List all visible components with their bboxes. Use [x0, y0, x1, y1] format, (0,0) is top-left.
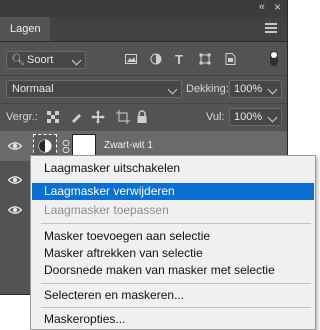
- panel-menu-icon[interactable]: [265, 23, 277, 33]
- lock-position-icon[interactable]: [91, 110, 105, 124]
- blend-row: Normaal Dekking: 100%: [0, 79, 287, 99]
- collapse-panel-button[interactable]: «: [259, 1, 265, 13]
- lock-all-icon[interactable]: [136, 110, 148, 124]
- menu-separator: [41, 223, 311, 224]
- panel-title-bar: « ×: [0, 0, 287, 17]
- filter-row: 🔍︎ Soort T: [0, 49, 287, 71]
- lock-label: Vergr.:: [6, 111, 38, 123]
- panel-tab-row: Lagen: [0, 17, 287, 42]
- lock-transparency-icon[interactable]: [47, 111, 59, 123]
- link-chain-icon[interactable]: [62, 140, 70, 153]
- menu-separator: [41, 307, 311, 308]
- visibility-eye-icon[interactable]: [8, 205, 22, 215]
- visibility-eye-icon[interactable]: [8, 141, 22, 151]
- close-panel-button[interactable]: ×: [274, 0, 281, 14]
- menu-item-disable-layer-mask[interactable]: Laagmasker uitschakelen: [32, 160, 314, 177]
- chevron-down-icon: [71, 55, 82, 66]
- filter-toggle-switch[interactable]: [270, 51, 278, 66]
- tab-layers[interactable]: Lagen: [0, 17, 50, 41]
- opacity-value: 100%: [234, 83, 263, 95]
- menu-item-select-and-mask[interactable]: Selecteren en maskeren...: [32, 287, 314, 304]
- divider: [0, 75, 287, 76]
- black-white-adjustment-icon: [38, 139, 52, 153]
- type-filter-icon[interactable]: T: [175, 52, 183, 67]
- lock-row: Vergr.: Vul: 100%: [0, 107, 287, 127]
- shape-filter-icon[interactable]: [199, 53, 211, 65]
- lock-pixels-icon[interactable]: [70, 111, 82, 123]
- menu-separator: [41, 283, 311, 284]
- blend-mode-select[interactable]: Normaal: [6, 80, 182, 98]
- divider: [0, 103, 287, 104]
- menu-item-delete-layer-mask[interactable]: Laagmasker verwijderen: [32, 183, 314, 200]
- filter-kind-select[interactable]: 🔍︎ Soort: [6, 51, 86, 69]
- fill-label: Vul:: [206, 111, 225, 123]
- opacity-field[interactable]: 100%: [229, 80, 282, 98]
- menu-item-subtract-mask-from-selection[interactable]: Masker aftrekken van selectie: [32, 245, 314, 262]
- blend-mode-value: Normaal: [12, 83, 54, 95]
- menu-item-add-mask-to-selection[interactable]: Masker toevoegen aan selectie: [32, 228, 314, 245]
- fill-value: 100%: [234, 111, 263, 123]
- filter-kind-value: Soort: [27, 54, 54, 66]
- menu-item-intersect-mask-with-selection[interactable]: Doorsnede maken van masker met selectie: [32, 262, 314, 279]
- layer-name[interactable]: Zwart-wit 1: [104, 140, 153, 151]
- smart-object-filter-icon[interactable]: [224, 53, 236, 65]
- opacity-label: Dekking:: [186, 83, 229, 95]
- fill-field[interactable]: 100%: [229, 108, 282, 126]
- menu-item-apply-layer-mask: Laagmasker toepassen: [44, 203, 169, 217]
- menu-item-mask-options[interactable]: Maskeropties...: [32, 311, 314, 328]
- chevron-down-icon: [167, 84, 178, 95]
- chevron-down-icon: [267, 84, 278, 95]
- lock-artboard-icon[interactable]: [116, 110, 130, 124]
- chevron-down-icon: [267, 112, 278, 123]
- layer-mask-context-menu: Laagmasker uitschakelen Laagmasker verwi…: [30, 155, 316, 330]
- visibility-eye-icon[interactable]: [8, 175, 22, 185]
- search-icon: 🔍︎: [11, 54, 25, 66]
- image-filter-icon[interactable]: [125, 53, 137, 65]
- adjustment-filter-icon[interactable]: [150, 53, 162, 65]
